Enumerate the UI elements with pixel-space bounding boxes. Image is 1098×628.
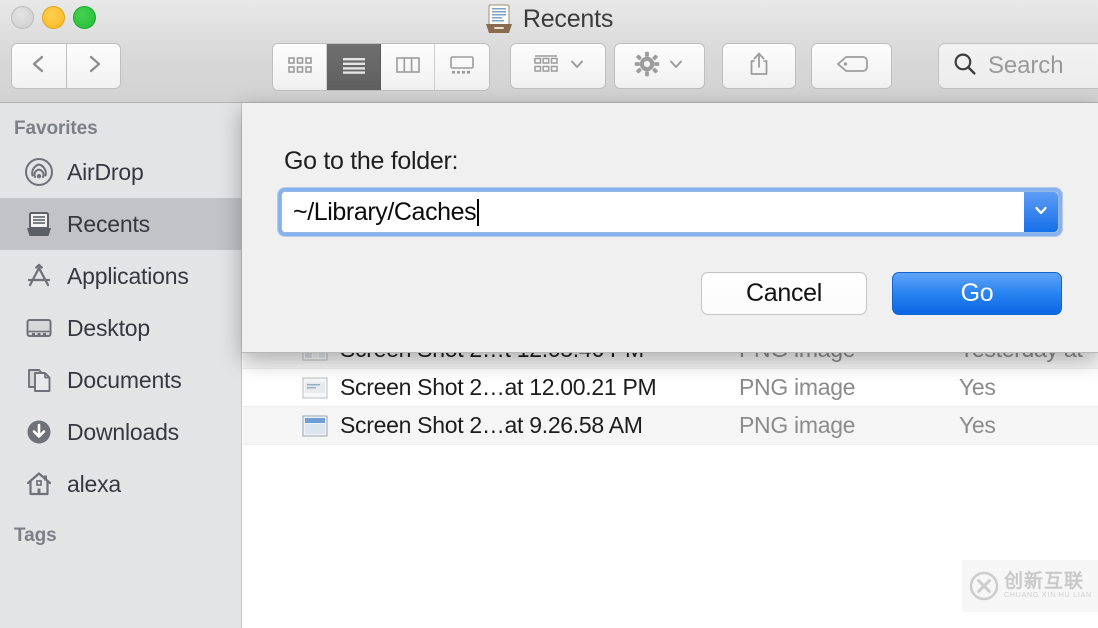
file-date: Yes <box>959 412 996 439</box>
icon-view-icon <box>286 55 314 80</box>
sidebar-item-desktop[interactable]: Desktop <box>0 302 241 354</box>
png-file-icon <box>302 377 328 399</box>
folder-path-field[interactable]: ~/Library/Caches <box>278 188 1062 236</box>
back-button[interactable] <box>11 43 66 89</box>
chevron-down-icon <box>568 55 586 78</box>
search-icon <box>952 51 977 81</box>
sidebar-item-downloads[interactable]: Downloads <box>0 406 241 458</box>
gallery-view-icon <box>448 55 476 80</box>
forward-button[interactable] <box>66 43 121 89</box>
column-view-icon <box>394 55 422 80</box>
share-icon <box>747 51 771 82</box>
cancel-button[interactable]: Cancel <box>701 272 867 315</box>
arrange-grid-icon <box>531 52 561 81</box>
search-input[interactable]: Search <box>988 52 1063 80</box>
list-view-icon <box>340 55 368 80</box>
list-view-button[interactable] <box>327 44 381 90</box>
applications-icon <box>24 261 54 291</box>
sidebar-item-label: Downloads <box>67 419 179 446</box>
watermark-texts: 创新互联 CHUANG XIN HU LIAN <box>1004 572 1092 599</box>
title-bar: Recents <box>0 0 1098 103</box>
sidebar-section-favorites: Favorites <box>0 103 241 146</box>
arrange-button[interactable] <box>510 43 606 89</box>
view-mode-segmented-control <box>272 43 490 91</box>
tag-button[interactable] <box>811 43 892 89</box>
file-date: Yes <box>959 374 996 401</box>
chevron-down-icon <box>1032 201 1050 224</box>
desktop-icon <box>24 313 54 343</box>
file-kind: PNG image <box>739 412 855 439</box>
action-menu-button[interactable] <box>614 43 705 89</box>
finder-window: Recents <box>0 0 1098 628</box>
downloads-icon <box>24 417 54 447</box>
sidebar-item-label: Applications <box>67 263 189 290</box>
text-caret <box>477 199 479 226</box>
dialog-label: Go to the folder: <box>284 147 458 176</box>
airdrop-icon <box>24 157 54 187</box>
table-row[interactable]: Screen Shot 2…at 9.26.58 AM PNG image Ye… <box>243 407 1098 445</box>
gallery-view-button[interactable] <box>435 44 489 90</box>
sidebar-item-label: Desktop <box>67 315 150 342</box>
sidebar-item-documents[interactable]: Documents <box>0 354 241 406</box>
chevron-down-icon <box>667 55 685 78</box>
file-name: Screen Shot 2…at 12.00.21 PM <box>340 374 656 401</box>
watermark: 创新互联 CHUANG XIN HU LIAN <box>962 560 1098 612</box>
path-dropdown-button[interactable] <box>1024 192 1058 232</box>
go-to-folder-dialog: Go to the folder: ~/Library/Caches Cance… <box>242 103 1098 353</box>
file-kind: PNG image <box>739 374 855 401</box>
sidebar-item-label: AirDrop <box>67 159 144 186</box>
sidebar: Favorites AirDrop <box>0 103 242 628</box>
folder-path-field-inner: ~/Library/Caches <box>281 191 1059 233</box>
watermark-text-en: CHUANG XIN HU LIAN <box>1004 592 1092 599</box>
gear-icon <box>634 51 660 82</box>
navigation-buttons <box>11 43 121 89</box>
recents-tray-icon <box>485 4 513 34</box>
sidebar-item-recents[interactable]: Recents <box>0 198 241 250</box>
window-title: Recents <box>0 0 1098 38</box>
home-icon <box>24 469 54 499</box>
window-title-text: Recents <box>523 5 613 34</box>
watermark-text-cn: 创新互联 <box>1004 572 1092 592</box>
chevron-left-icon <box>27 52 51 81</box>
column-view-button[interactable] <box>381 44 435 90</box>
go-button[interactable]: Go <box>892 272 1062 315</box>
search-field[interactable]: Search <box>938 43 1098 89</box>
table-row[interactable]: Screen Shot 2…at 12.00.21 PM PNG image Y… <box>243 369 1098 407</box>
png-file-icon <box>302 415 328 437</box>
recents-icon <box>24 209 54 239</box>
sidebar-item-label: Recents <box>67 211 150 238</box>
chevron-right-icon <box>82 52 106 81</box>
sidebar-item-applications[interactable]: Applications <box>0 250 241 302</box>
share-button[interactable] <box>722 43 796 89</box>
tag-icon <box>835 54 869 79</box>
sidebar-item-airdrop[interactable]: AirDrop <box>0 146 241 198</box>
folder-path-value: ~/Library/Caches <box>293 198 476 226</box>
sidebar-item-home[interactable]: alexa <box>0 458 241 510</box>
sidebar-item-label: Documents <box>67 367 182 394</box>
sidebar-section-tags: Tags <box>0 510 241 553</box>
file-name: Screen Shot 2…at 9.26.58 AM <box>340 412 643 439</box>
sidebar-item-label: alexa <box>67 471 121 498</box>
folder-path-input[interactable]: ~/Library/Caches <box>282 198 1024 227</box>
circled-x-logo <box>969 571 999 601</box>
documents-icon <box>24 365 54 395</box>
icon-view-button[interactable] <box>273 44 327 90</box>
